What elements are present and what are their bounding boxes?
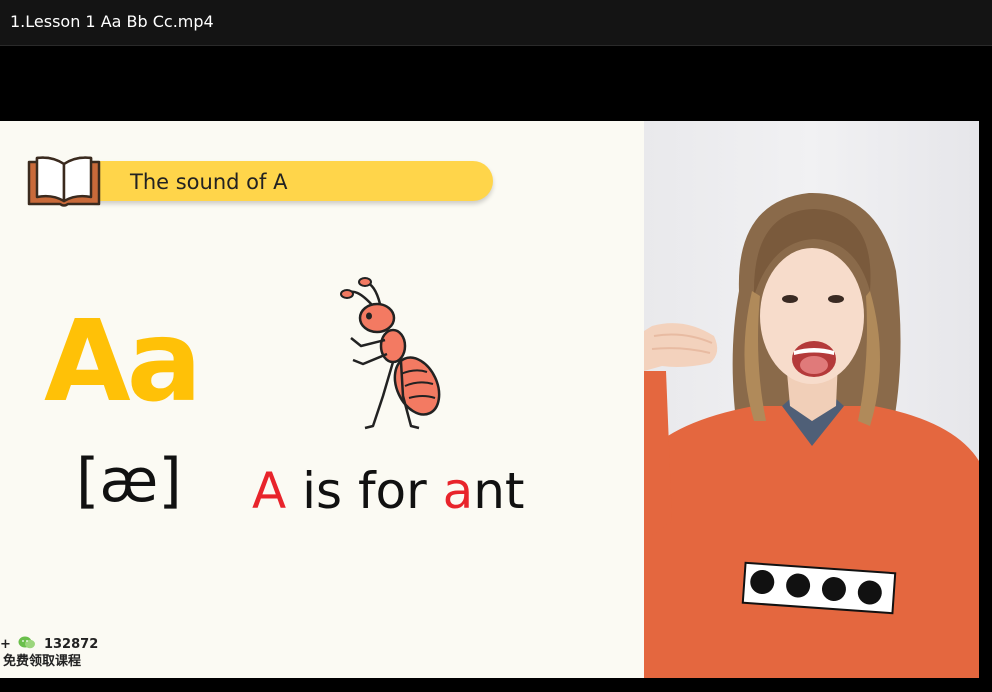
watermark-number: 132872: [43, 637, 99, 652]
phrase-middle: is for: [286, 462, 443, 520]
teacher-figure: [644, 192, 979, 678]
phrase-text: A is for ant: [252, 466, 525, 516]
slide-banner: The sound of A: [95, 161, 493, 201]
teacher-video-feed: [644, 121, 979, 678]
phrase-letter-a: A: [252, 462, 287, 520]
phrase-highlight-a: a: [442, 462, 474, 520]
watermark-caption: 免费领取课程: [3, 654, 82, 669]
phrase-end: nt: [473, 462, 525, 520]
watermark-note: + 132872 免费领取课程: [0, 636, 98, 670]
video-player[interactable]: The sound of A Aa [æ] A is for ant + 132…: [0, 46, 992, 692]
watermark-prefix: +: [0, 637, 11, 652]
ant-illustration: [340, 277, 441, 430]
title-bar: 1.Lesson 1 Aa Bb Cc.mp4: [0, 0, 992, 46]
lesson-slide: The sound of A Aa [æ] A is for ant: [0, 121, 644, 678]
video-bottom-bar: [0, 678, 992, 692]
window-title: 1.Lesson 1 Aa Bb Cc.mp4: [10, 12, 214, 31]
wechat-icon: [18, 636, 36, 649]
phonetic-symbol: [æ]: [76, 446, 182, 516]
banner-title: The sound of A: [130, 170, 288, 194]
open-book-icon: [27, 156, 101, 207]
big-letter: Aa: [44, 297, 202, 427]
